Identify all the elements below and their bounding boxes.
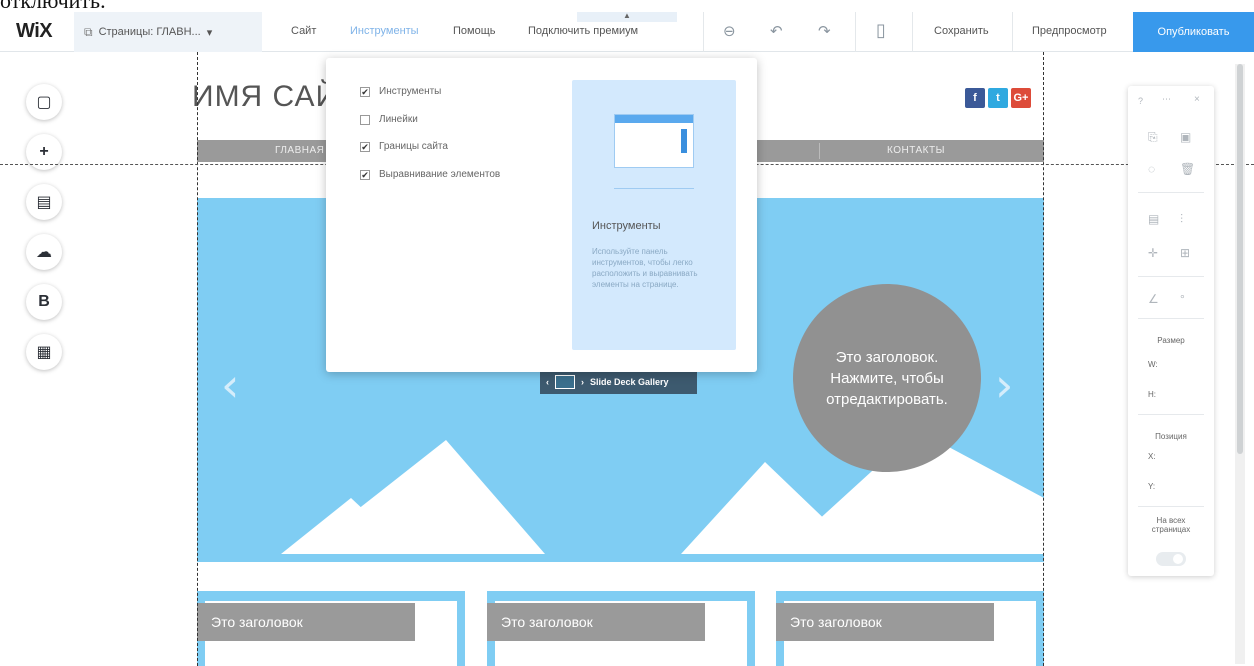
feature-box-heading[interactable]: Это заголовок <box>776 603 994 641</box>
background-icon[interactable]: ▢ <box>26 84 62 120</box>
menu-divider <box>819 143 820 159</box>
pages-icon: ⧉ <box>84 24 93 39</box>
gallery-tag-label: Slide Deck Gallery <box>590 377 669 387</box>
match-size-icon[interactable]: ⊞ <box>1180 246 1190 260</box>
align-icon[interactable]: ⫶ <box>1180 212 1183 227</box>
copy-icon[interactable]: ⎘ <box>1148 130 1158 145</box>
undo-icon[interactable]: ↶ <box>770 22 783 40</box>
chevron-down-icon: ▾ <box>206 26 213 39</box>
dropdown-item-site-borders[interactable]: ✔ Границы сайта <box>360 141 448 152</box>
duplicate-icon[interactable]: ◌ <box>1148 162 1155 176</box>
prev-slide-icon[interactable]: ‹ <box>221 358 239 412</box>
save-button[interactable]: Сохранить <box>934 25 989 37</box>
dropdown-item-label: Выравнивание элементов <box>379 169 501 180</box>
close-icon[interactable]: × <box>1194 94 1200 105</box>
illustration-line <box>614 188 694 189</box>
store-icon[interactable]: ▦ <box>26 334 62 370</box>
image-icon <box>555 375 575 389</box>
height-field[interactable]: H: <box>1148 390 1156 399</box>
position-label: Позиция <box>1155 432 1187 441</box>
checkbox-unchecked[interactable] <box>360 114 370 125</box>
chevron-right-icon: › <box>581 377 584 387</box>
site-border-left <box>197 52 198 666</box>
next-slide-icon[interactable]: › <box>995 358 1013 412</box>
feature-box[interactable]: Это заголовок <box>487 591 755 666</box>
width-field[interactable]: W: <box>1148 360 1158 369</box>
checkbox-checked[interactable]: ✔ <box>360 141 370 152</box>
menu-home[interactable]: ГЛАВНАЯ <box>275 145 324 156</box>
facebook-icon[interactable]: f <box>965 88 985 108</box>
upload-icon[interactable]: ☁ <box>26 234 62 270</box>
mobile-view-icon[interactable]: ▯ <box>876 20 886 41</box>
publish-button[interactable]: Опубликовать <box>1133 12 1254 52</box>
site-border-right <box>1043 52 1044 666</box>
chevron-left-icon: ‹ <box>546 377 549 387</box>
delete-icon[interactable]: 🗑 <box>1180 162 1195 176</box>
angle-icon[interactable]: ° <box>1180 292 1185 306</box>
preview-button[interactable]: Предпросмотр <box>1032 25 1107 37</box>
wix-logo: WiX <box>16 20 53 42</box>
distribute-icon[interactable]: ✛ <box>1148 246 1158 260</box>
divider <box>1012 12 1013 52</box>
divider <box>912 12 913 52</box>
divider <box>855 12 856 52</box>
menu-tools[interactable]: Инструменты <box>350 25 419 37</box>
gallery-tag[interactable]: ‹ › Slide Deck Gallery <box>540 370 697 394</box>
rotate-icon[interactable]: ∠ <box>1148 292 1159 306</box>
drag-icon[interactable]: ⋯ <box>1162 94 1171 105</box>
arrange-icon[interactable]: ▤ <box>1148 212 1159 226</box>
feature-box[interactable]: Это заголовок <box>776 591 1044 666</box>
x-field[interactable]: X: <box>1148 452 1156 461</box>
checkbox-checked[interactable]: ✔ <box>360 86 370 97</box>
dropdown-item-toolbar[interactable]: ✔ Инструменты <box>360 86 441 97</box>
size-label: Размер <box>1157 336 1185 345</box>
zoom-out-icon[interactable]: ⊖ <box>723 22 736 40</box>
checkbox-checked[interactable]: ✔ <box>360 169 370 180</box>
scrollbar-thumb[interactable] <box>1237 64 1243 454</box>
tools-panel: ? ⋯ × ⎘ ▣ ◌ 🗑 ▤ ⫶ ✛ ⊞ ∠ ° Размер W: H: П… <box>1128 86 1214 576</box>
collapse-tab[interactable]: ▲ <box>577 12 677 22</box>
tools-dropdown: ✔ Инструменты Линейки ✔ Границы сайта ✔ … <box>326 58 757 372</box>
feature-box[interactable]: Это заголовок <box>197 591 465 666</box>
editor-topbar: WiX ⧉ Страницы: ГЛАВН... ▾ Сайт Инструме… <box>0 12 1254 52</box>
dropdown-item-label: Границы сайта <box>379 141 448 152</box>
divider <box>703 12 704 52</box>
apps-icon[interactable]: ▤ <box>26 184 62 220</box>
slide-heading[interactable]: Это заголовок. Нажмите, чтобы отредактир… <box>793 284 981 472</box>
menu-contacts[interactable]: КОНТАКТЫ <box>887 145 945 156</box>
page-caption-cut: отключить. <box>0 0 220 8</box>
menu-help[interactable]: Помощь <box>453 25 496 37</box>
feature-box-heading[interactable]: Это заголовок <box>487 603 705 641</box>
help-icon[interactable]: ? <box>1138 96 1143 106</box>
paste-icon[interactable]: ▣ <box>1180 130 1191 144</box>
menu-upgrade-premium[interactable]: Подключить премиум <box>528 25 638 37</box>
googleplus-icon[interactable]: G+ <box>1011 88 1031 108</box>
y-field[interactable]: Y: <box>1148 482 1155 491</box>
blog-icon[interactable]: B <box>26 284 62 320</box>
toolbar-illustration <box>614 114 694 168</box>
redo-icon[interactable]: ↷ <box>818 22 831 40</box>
all-pages-label: На всех страницах <box>1151 516 1191 534</box>
dropdown-item-label: Линейки <box>379 114 418 125</box>
tools-info-panel: Инструменты Используйте панель инструмен… <box>572 80 736 350</box>
scrollbar[interactable] <box>1235 64 1245 664</box>
menu-site[interactable]: Сайт <box>291 25 316 37</box>
info-panel-description: Используйте панель инструментов, чтобы л… <box>592 247 698 289</box>
all-pages-toggle[interactable] <box>1156 552 1186 566</box>
pages-dropdown-label: Страницы: ГЛАВН... <box>98 26 201 38</box>
info-panel-title: Инструменты <box>592 220 661 232</box>
feature-box-heading[interactable]: Это заголовок <box>197 603 415 641</box>
site-title[interactable]: ИМЯ САЙ <box>192 80 338 114</box>
dropdown-item-label: Инструменты <box>379 86 442 97</box>
dropdown-item-snap[interactable]: ✔ Выравнивание элементов <box>360 169 500 180</box>
twitter-icon[interactable]: t <box>988 88 1008 108</box>
dropdown-item-rulers[interactable]: Линейки <box>360 114 418 125</box>
pages-dropdown[interactable]: ⧉ Страницы: ГЛАВН... ▾ <box>74 12 262 52</box>
